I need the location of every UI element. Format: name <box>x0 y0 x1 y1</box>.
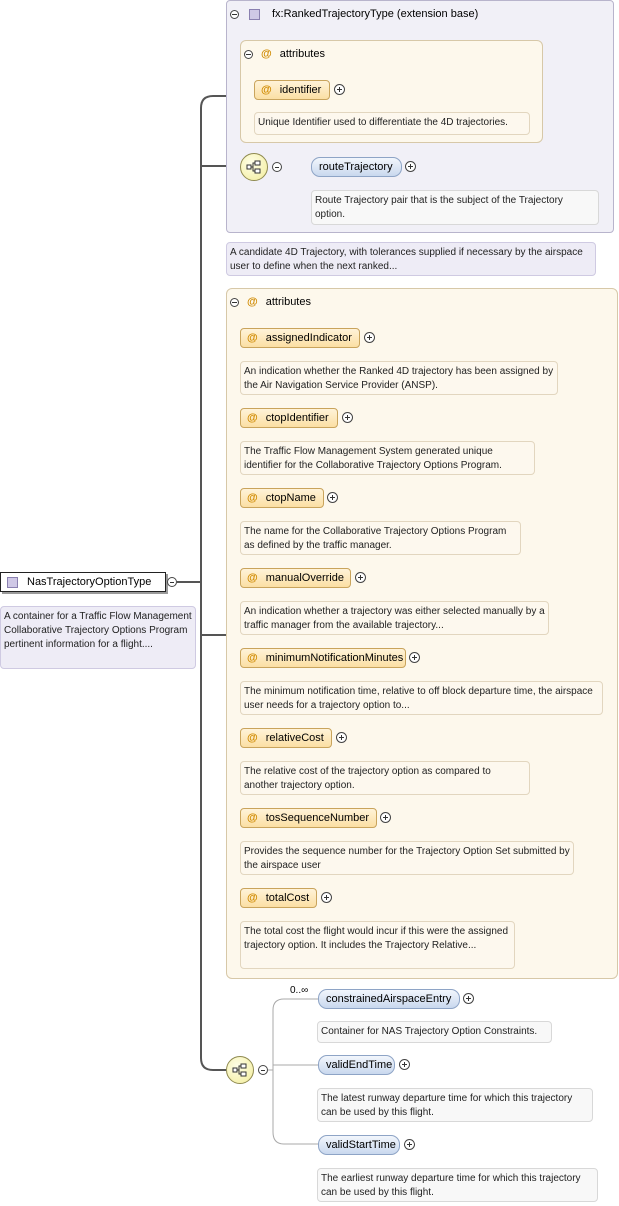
complex-type-icon <box>7 576 18 588</box>
expand-icon[interactable] <box>404 1139 415 1150</box>
collapse-icon[interactable] <box>244 49 253 59</box>
element-documentation: Container for NAS Trajectory Option Cons… <box>317 1021 552 1043</box>
attribute-icon: @ <box>247 892 258 904</box>
attribute-manualOverride[interactable]: @ manualOverride <box>240 568 351 588</box>
attributes-header: @ attributes <box>230 294 311 310</box>
attribute-icon: @ <box>247 492 258 504</box>
expand-icon[interactable] <box>399 1059 410 1070</box>
attribute-icon: @ <box>247 732 258 744</box>
attribute-minimumNotificationMinutes[interactable]: @ minimumNotificationMinutes <box>240 648 406 668</box>
attribute-relativeCost[interactable]: @ relativeCost <box>240 728 332 748</box>
extension-base-header: fx:RankedTrajectoryType (extension base) <box>230 6 478 22</box>
expand-icon[interactable] <box>336 732 347 743</box>
element-label: constrainedAirspaceEntry <box>326 993 452 1005</box>
attribute-identifier[interactable]: @ identifier <box>254 80 330 100</box>
attribute-icon: @ <box>247 812 258 824</box>
attribute-label: minimumNotificationMinutes <box>265 652 404 664</box>
collapse-icon[interactable] <box>230 9 239 19</box>
attribute-ctopIdentifier[interactable]: @ ctopIdentifier <box>240 408 338 428</box>
attribute-documentation: The minimum notification time, relative … <box>240 681 603 715</box>
expand-icon[interactable] <box>327 492 338 503</box>
attribute-label: manualOverride <box>265 572 344 584</box>
expand-icon[interactable] <box>463 993 474 1004</box>
complex-type-icon <box>249 8 260 20</box>
attribute-documentation: The total cost the flight would incur if… <box>240 921 515 969</box>
element-documentation: The latest runway departure time for whi… <box>317 1088 593 1122</box>
attribute-documentation: The Traffic Flow Management System gener… <box>240 441 535 475</box>
attribute-label: ctopIdentifier <box>265 412 329 424</box>
attribute-label: totalCost <box>265 892 310 904</box>
attribute-ctopName[interactable]: @ ctopName <box>240 488 324 508</box>
element-label: validStartTime <box>326 1139 396 1151</box>
attribute-documentation: Unique Identifier used to differentiate … <box>254 112 530 135</box>
expand-icon[interactable] <box>355 572 366 583</box>
attribute-icon: @ <box>261 84 272 96</box>
element-documentation: Route Trajectory pair that is the subjec… <box>311 190 599 225</box>
sequence-icon <box>246 160 261 174</box>
sequence-icon <box>232 1063 247 1077</box>
attribute-icon: @ <box>247 332 258 344</box>
element-constrainedAirspaceEntry[interactable]: constrainedAirspaceEntry <box>318 989 460 1009</box>
expand-icon[interactable] <box>321 892 332 903</box>
root-element[interactable]: NasTrajectoryOptionType <box>0 572 166 592</box>
attribute-icon: @ <box>247 412 258 424</box>
attribute-icon: @ <box>261 48 272 60</box>
element-validStartTime[interactable]: validStartTime <box>318 1135 400 1155</box>
expand-icon[interactable] <box>334 84 345 95</box>
attributes-label: attributes <box>279 48 325 60</box>
attribute-assignedIndicator[interactable]: @ assignedIndicator <box>240 328 360 348</box>
expand-icon[interactable] <box>380 812 391 823</box>
extension-documentation: A candidate 4D Trajectory, with toleranc… <box>226 242 596 276</box>
extension-attributes-header: @ attributes <box>244 46 325 62</box>
attribute-documentation: An indication whether a trajectory was e… <box>240 601 549 635</box>
collapse-icon[interactable] <box>258 1065 268 1075</box>
attribute-documentation: An indication whether the Ranked 4D traj… <box>240 361 558 395</box>
expand-icon[interactable] <box>342 412 353 423</box>
attribute-icon: @ <box>247 296 258 308</box>
collapse-icon[interactable] <box>272 162 282 172</box>
attribute-totalCost[interactable]: @ totalCost <box>240 888 317 908</box>
attribute-label: identifier <box>279 84 322 96</box>
attribute-icon: @ <box>247 652 258 664</box>
collapse-icon[interactable] <box>167 577 177 587</box>
extension-base-title: fx:RankedTrajectoryType (extension base) <box>272 8 479 20</box>
attributes-label: attributes <box>265 296 311 308</box>
element-label: routeTrajectory <box>319 161 393 173</box>
attribute-tosSequenceNumber[interactable]: @ tosSequenceNumber <box>240 808 377 828</box>
collapse-icon[interactable] <box>230 297 239 307</box>
sequence-compositor-icon[interactable] <box>240 153 268 181</box>
attribute-label: assignedIndicator <box>265 332 352 344</box>
attribute-label: tosSequenceNumber <box>265 812 370 824</box>
attribute-label: ctopName <box>265 492 316 504</box>
attribute-label: relativeCost <box>265 732 324 744</box>
root-element-label: NasTrajectoryOptionType <box>27 576 152 588</box>
element-validEndTime[interactable]: validEndTime <box>318 1055 395 1075</box>
expand-icon[interactable] <box>364 332 375 343</box>
element-routeTrajectory[interactable]: routeTrajectory <box>311 157 402 177</box>
element-documentation: The earliest runway departure time for w… <box>317 1168 598 1202</box>
sequence-compositor-icon[interactable] <box>226 1056 254 1084</box>
element-label: validEndTime <box>326 1059 393 1071</box>
attribute-documentation: Provides the sequence number for the Tra… <box>240 841 574 875</box>
expand-icon[interactable] <box>409 652 420 663</box>
expand-icon[interactable] <box>405 161 416 172</box>
root-documentation: A container for a Traffic Flow Managemen… <box>0 606 196 669</box>
attribute-documentation: The relative cost of the trajectory opti… <box>240 761 530 795</box>
attribute-icon: @ <box>247 572 258 584</box>
cardinality-label: 0..∞ <box>290 985 309 996</box>
attribute-documentation: The name for the Collaborative Trajector… <box>240 521 521 555</box>
